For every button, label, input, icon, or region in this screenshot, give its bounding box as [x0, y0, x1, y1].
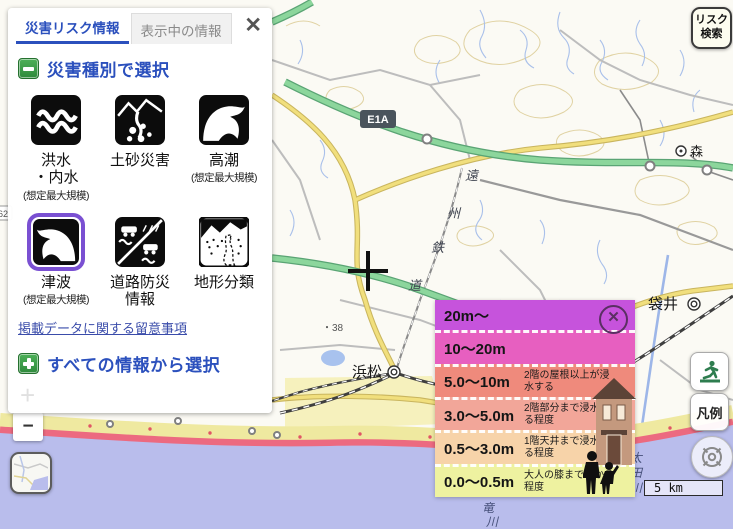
hazard-map-app: E1A 62 森 袋井 浜松 ・38 遠 — [0, 0, 733, 529]
category-storm-surge[interactable]: 高潮 (想定最大規模) — [182, 91, 266, 203]
tab-displayed-info[interactable]: 表示中の情報 — [131, 13, 232, 44]
zoom-out-button[interactable]: − — [13, 412, 43, 441]
category-terrain[interactable]: 地形分類 — [182, 213, 266, 309]
legend-range: 3.0〜5.0m — [444, 405, 524, 426]
compass-crosshair-icon — [698, 443, 726, 471]
risk-search-label: リスク — [695, 14, 728, 28]
legend-range: 5.0〜10m — [444, 371, 524, 392]
svg-text:道: 道 — [408, 279, 423, 294]
legend-range: 0.5〜3.0m — [444, 438, 524, 459]
legend-row: 10〜20m — [435, 330, 635, 363]
svg-text:竜: 竜 — [482, 501, 496, 515]
highway-badge: E1A — [360, 110, 396, 128]
svg-text:鉄: 鉄 — [431, 241, 446, 256]
legend-close-icon[interactable]: ✕ — [599, 305, 628, 334]
category-grid: 洪水・内水 (想定最大規模) 土砂災害 — [8, 89, 272, 308]
legend-row: 3.0〜5.0m 2階部分まで浸水する程度 — [435, 397, 635, 430]
disaster-info-panel: 災害リスク情報 表示中の情報 ✕ 災害種別で選択 洪水・内水 (想定最大規模) — [8, 8, 272, 413]
legend-desc: 大人の膝までつかる程度 — [524, 470, 616, 494]
section-select-all[interactable]: すべての情報から選択 — [18, 351, 262, 376]
category-flood[interactable]: 洪水・内水 (想定最大規模) — [14, 91, 98, 203]
category-road-hazard[interactable]: 道路防災情報 — [98, 213, 182, 309]
svg-text:袋井: 袋井 — [648, 296, 678, 313]
elevation-point-label: ・38 — [322, 323, 344, 334]
section-title: すべての情報から選択 — [47, 351, 220, 376]
city-hamamatsu-marker: 浜松 — [352, 364, 400, 381]
legend-toggle-label: 凡例 — [696, 403, 722, 422]
legend-desc: 2階の屋根以上が浸水する — [524, 370, 616, 394]
section-title: 災害種別で選択 — [47, 56, 170, 81]
city-fukuroi-marker: 袋井 — [648, 296, 700, 313]
tsunami-icon — [33, 219, 79, 265]
panel-tabbar: 災害リスク情報 表示中の情報 ✕ — [8, 8, 272, 44]
legend-desc: 2階部分まで浸水する程度 — [524, 403, 616, 427]
terrain-icon — [199, 217, 249, 267]
legend-range: 0.0〜0.5m — [444, 471, 524, 492]
evacuation-sites-button[interactable] — [690, 352, 729, 391]
expand-plus-icon[interactable] — [18, 353, 39, 374]
legend-toggle-button[interactable]: 凡例 — [690, 393, 729, 431]
scale-label: 5 km — [654, 481, 683, 495]
category-landslide[interactable]: 土砂災害 — [98, 91, 182, 203]
current-location-button[interactable] — [691, 436, 733, 478]
zoom-out-label: − — [22, 416, 33, 438]
svg-text:E1A: E1A — [367, 114, 388, 126]
running-person-icon — [697, 359, 723, 385]
legend-desc: 1階天井まで浸水する程度 — [524, 436, 616, 460]
tab-disaster-risk-info[interactable]: 災害リスク情報 — [16, 11, 129, 44]
collapse-minus-icon[interactable] — [18, 58, 39, 79]
road-hazard-icon — [115, 217, 165, 267]
legend-range: 10〜20m — [444, 338, 524, 359]
svg-text:62: 62 — [0, 209, 8, 219]
minimap-thumbnail — [14, 456, 48, 490]
svg-text:森: 森 — [690, 144, 703, 159]
landslide-icon — [115, 95, 165, 145]
svg-text:遠: 遠 — [465, 169, 480, 184]
legend-row: 5.0〜10m 2階の屋根以上が浸水する — [435, 364, 635, 397]
svg-text:川: 川 — [486, 515, 500, 529]
data-notice-link[interactable]: 掲載データに関する留意事項 — [18, 318, 262, 337]
zoom-in-button-ghost: + — [20, 380, 35, 411]
svg-text:州: 州 — [447, 207, 462, 222]
scale-bar: 5 km — [644, 480, 723, 496]
risk-search-label: 検索 — [701, 28, 723, 42]
close-icon[interactable]: ✕ — [244, 16, 262, 36]
tsunami-depth-legend: ✕ 20m〜 10〜20m 5.0〜10m 2階の屋根以上が浸水する 3.0〜5… — [435, 300, 635, 497]
storm-surge-icon — [199, 95, 249, 145]
legend-range: 20m〜 — [444, 305, 524, 326]
section-select-by-type[interactable]: 災害種別で選択 — [18, 56, 262, 81]
legend-row: 0.5〜3.0m 1階天井まで浸水する程度 — [435, 430, 635, 463]
category-tsunami[interactable]: 津波 (想定最大規模) — [14, 213, 98, 309]
risk-search-button[interactable]: リスク 検索 — [691, 7, 732, 49]
legend-row: 0.0〜0.5m 大人の膝までつかる程度 — [435, 464, 635, 497]
svg-text:浜松: 浜松 — [352, 364, 382, 381]
basemap-selector-button[interactable] — [10, 452, 52, 494]
flood-icon — [31, 95, 81, 145]
